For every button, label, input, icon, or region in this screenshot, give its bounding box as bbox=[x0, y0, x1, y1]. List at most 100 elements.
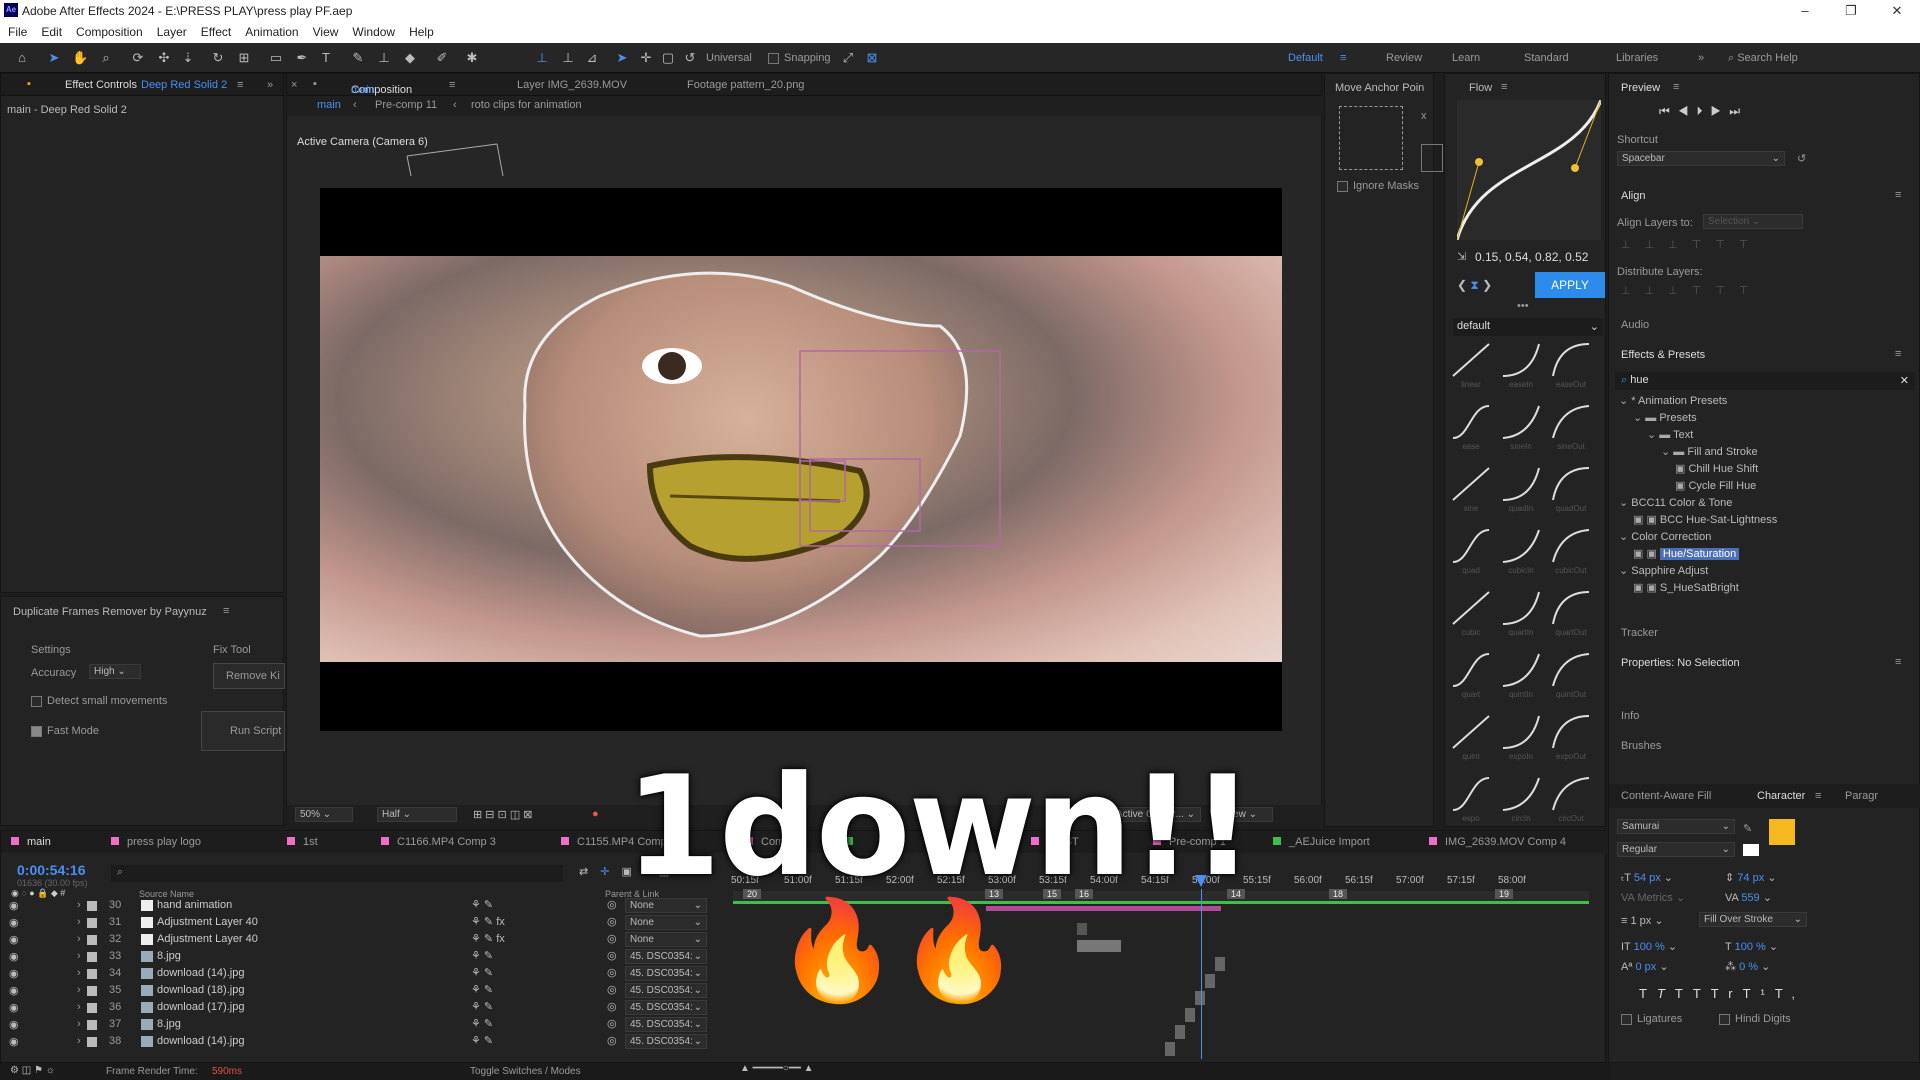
breadcrumb-precomp[interactable]: Pre-comp 11 bbox=[375, 99, 437, 111]
menu-effect[interactable]: Effect bbox=[193, 22, 237, 39]
tsume-field[interactable]: ⁂ 0 % ⌄ bbox=[1725, 960, 1770, 973]
flow-bezier-values[interactable]: 0.15, 0.54, 0.82, 0.52 bbox=[1475, 250, 1588, 264]
flow-curve-preset[interactable]: easeOut bbox=[1551, 342, 1591, 396]
flow-curve-preset[interactable]: sineOut bbox=[1551, 404, 1591, 458]
pickwhip-icon[interactable]: ◎ bbox=[607, 1017, 617, 1030]
minimize-button[interactable]: – bbox=[1782, 0, 1828, 22]
maximize-button[interactable]: ❐ bbox=[1828, 0, 1874, 22]
rectangle-tool-icon[interactable]: ▭ bbox=[268, 50, 284, 66]
ignore-masks-checkbox[interactable]: Ignore Masks bbox=[1337, 180, 1419, 192]
switches-icons[interactable]: ⚘ ✎ bbox=[471, 898, 493, 911]
parent-dropdown[interactable]: 45. DSC0354: ⌄ bbox=[625, 1000, 707, 1015]
font-size-field[interactable]: ₜT 54 px ⌄ bbox=[1621, 871, 1673, 884]
playback-controls[interactable]: ⏮◀⏵▶⏭ bbox=[1659, 104, 1748, 119]
stroke-width-field[interactable]: ≡ 1 px ⌄ bbox=[1621, 914, 1664, 927]
pickwhip-icon[interactable]: ◎ bbox=[607, 932, 617, 945]
pickwhip-icon[interactable]: ◎ bbox=[607, 966, 617, 979]
snapping-toggle[interactable]: Snapping bbox=[768, 52, 831, 64]
twirl-icon[interactable]: › bbox=[77, 1018, 81, 1030]
flow-curve-preset[interactable]: cubicOut bbox=[1551, 528, 1591, 582]
flow-menu-icon[interactable]: ≡ bbox=[1501, 81, 1507, 93]
menu-help[interactable]: Help bbox=[401, 22, 440, 39]
visibility-eye-icon[interactable]: ◉ bbox=[9, 916, 19, 929]
pan-tool-icon[interactable]: ✣ bbox=[156, 50, 172, 66]
flow-curve-preset[interactable]: quadIn bbox=[1501, 466, 1541, 520]
visibility-eye-icon[interactable]: ◉ bbox=[9, 967, 19, 980]
effects-tree-item[interactable]: ▣ ▣ BCC Hue-Sat-Lightness bbox=[1615, 513, 1915, 530]
effects-tree-item[interactable]: ▣ Cycle Fill Hue bbox=[1615, 479, 1915, 496]
parent-dropdown[interactable]: 45. DSC0354: ⌄ bbox=[625, 983, 707, 998]
visibility-eye-icon[interactable]: ◉ bbox=[9, 950, 19, 963]
type-tool-icon[interactable]: T bbox=[318, 50, 334, 66]
eraser-tool-icon[interactable]: ◆ bbox=[402, 50, 418, 66]
accuracy-dropdown[interactable]: High ⌄ bbox=[89, 664, 141, 679]
timeline-tab[interactable]: C1166.MP4 Comp 3 bbox=[381, 836, 496, 848]
parent-dropdown[interactable]: 45. DSC0354: ⌄ bbox=[625, 949, 707, 964]
parent-dropdown[interactable]: None ⌄ bbox=[625, 932, 707, 947]
rotate-3d-icon[interactable]: ↺ bbox=[682, 50, 698, 66]
twirl-icon[interactable]: › bbox=[77, 950, 81, 962]
switches-icons[interactable]: ⚘ ✎ bbox=[471, 1000, 493, 1013]
search-help-field[interactable]: ⌕ Search Help bbox=[1728, 52, 1798, 65]
clear-search-icon[interactable]: ✕ bbox=[1900, 374, 1909, 387]
switches-icons[interactable]: ⚘ ✎ bbox=[471, 1017, 493, 1030]
layer-bar[interactable] bbox=[1175, 1025, 1185, 1039]
flow-curve-preset[interactable]: sine bbox=[1451, 466, 1491, 520]
comp-menu-icon[interactable]: ≡ bbox=[449, 79, 455, 91]
layer-name[interactable]: download (18).jpg bbox=[157, 984, 244, 996]
label-color[interactable] bbox=[87, 1020, 97, 1030]
hand-tool-icon[interactable]: ✋ bbox=[72, 50, 88, 66]
snap-options-icon[interactable]: ⤢ bbox=[840, 50, 856, 66]
select-3d-icon[interactable]: ➤ bbox=[614, 50, 630, 66]
layer-tab[interactable]: Layer IMG_2639.MOV bbox=[517, 79, 627, 91]
layer-bar[interactable] bbox=[1215, 957, 1225, 971]
roto-tool-icon[interactable]: ✐ bbox=[434, 50, 450, 66]
flow-curve-preset[interactable]: quint bbox=[1451, 714, 1491, 768]
layer-name[interactable]: 8.jpg bbox=[157, 1018, 181, 1030]
layer-row[interactable]: ◉ › 33 8.jpg ⚘ ✎ ◎ 45. DSC0354: ⌄ bbox=[1, 948, 733, 965]
timeline-tab[interactable]: IMG_2639.MOV Comp 4 bbox=[1429, 836, 1566, 848]
tracking-field[interactable]: VA 559 ⌄ bbox=[1725, 891, 1772, 904]
footage-tab[interactable]: Footage pattern_20.png bbox=[687, 79, 804, 91]
axis-view-icon[interactable]: ⊿ bbox=[584, 50, 600, 66]
eyedropper-icon[interactable]: ✎ bbox=[1743, 822, 1752, 835]
clone-tool-icon[interactable]: ⊥ bbox=[376, 50, 392, 66]
effects-tree-item[interactable]: ⌄ BCC11 Color & Tone bbox=[1615, 496, 1915, 513]
flow-curve-preset[interactable]: easeIn bbox=[1501, 342, 1541, 396]
toggle-switches-modes[interactable]: Toggle Switches / Modes bbox=[470, 1066, 581, 1077]
properties-menu-icon[interactable]: ≡ bbox=[1895, 656, 1901, 668]
info-panel[interactable]: Info bbox=[1621, 710, 1639, 722]
distribute-buttons[interactable]: ⊥⊥⊥⊤⊤⊤ bbox=[1621, 284, 1763, 297]
layer-bar-adjustment-32[interactable] bbox=[1077, 940, 1121, 952]
pickwhip-icon[interactable]: ◎ bbox=[607, 983, 617, 996]
label-color[interactable] bbox=[87, 952, 97, 962]
selection-tool-icon[interactable]: ➤ bbox=[46, 50, 62, 66]
dup-panel-menu-icon[interactable]: ≡ bbox=[223, 605, 229, 617]
flow-curve-preset[interactable]: quart bbox=[1451, 652, 1491, 706]
reset-icon[interactable]: ↺ bbox=[1797, 152, 1806, 165]
layer-row[interactable]: ◉ › 35 download (18).jpg ⚘ ✎ ◎ 45. DSC0354: ⌄ bbox=[1, 982, 733, 999]
baseline-shift-field[interactable]: Aª 0 px ⌄ bbox=[1621, 960, 1669, 973]
label-color[interactable] bbox=[87, 1003, 97, 1013]
label-color[interactable] bbox=[87, 986, 97, 996]
twirl-icon[interactable]: › bbox=[77, 1001, 81, 1013]
playhead[interactable] bbox=[1201, 889, 1202, 1059]
fill-color-swatch[interactable] bbox=[1769, 819, 1795, 845]
visibility-eye-icon[interactable]: ◉ bbox=[9, 1035, 19, 1048]
stroke-type-dropdown[interactable]: Fill Over Stroke ⌄ bbox=[1699, 912, 1807, 927]
font-family-dropdown[interactable]: Samurai ⌄ bbox=[1617, 819, 1735, 834]
workspace-review[interactable]: Review bbox=[1386, 52, 1422, 64]
layer-row[interactable]: ◉ › 37 8.jpg ⚘ ✎ ◎ 45. DSC0354: ⌄ bbox=[1, 1016, 733, 1033]
parent-dropdown[interactable]: None ⌄ bbox=[625, 915, 707, 930]
effects-tree-item[interactable]: ▣ ▣ S_HueSatBright bbox=[1615, 581, 1915, 598]
vertical-scale-field[interactable]: IT 100 % ⌄ bbox=[1621, 940, 1677, 953]
menu-animation[interactable]: Animation bbox=[237, 22, 304, 39]
shortcut-dropdown[interactable]: Spacebar ⌄ bbox=[1617, 151, 1785, 166]
flow-curve-preset[interactable]: quartIn bbox=[1501, 590, 1541, 644]
parent-dropdown[interactable]: 45. DSC0354: ⌄ bbox=[625, 966, 707, 981]
workspace-libraries[interactable]: Libraries bbox=[1616, 52, 1658, 64]
flow-curve-preset[interactable]: quad bbox=[1451, 528, 1491, 582]
label-color[interactable] bbox=[87, 901, 97, 911]
remove-keys-button[interactable]: Remove Ki bbox=[213, 663, 285, 689]
effects-tree-item[interactable]: ⌄ Color Correction bbox=[1615, 530, 1915, 547]
